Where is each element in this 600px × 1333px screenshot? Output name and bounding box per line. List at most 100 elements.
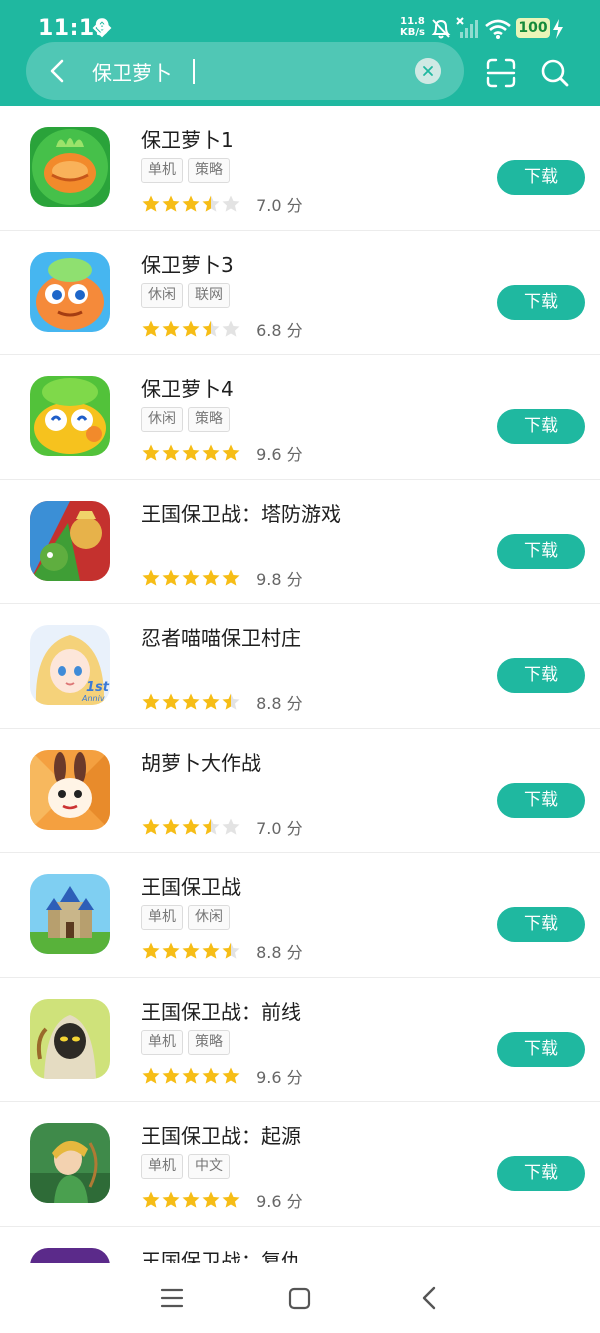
carrot-smile-icon[interactable] [30, 376, 110, 456]
download-button[interactable]: 下载 [497, 160, 585, 195]
tag-label: 策略 [188, 1029, 230, 1055]
home-icon[interactable] [288, 1287, 311, 1310]
rating-score: 8.8 分 [256, 943, 303, 962]
status-bar: 11:19 11.8 KB/s 100 [0, 0, 600, 44]
app-name[interactable]: 王国保卫战：塔防游戏 [141, 498, 341, 527]
app-name[interactable]: 王国保卫战：前线 [141, 996, 301, 1025]
app-name[interactable]: 保卫萝卜1 [141, 124, 234, 153]
app-rating: 7.0 分 [141, 192, 303, 215]
menu-icon[interactable] [160, 1287, 184, 1309]
star-icon [142, 195, 160, 212]
star-icon [202, 569, 220, 586]
star-icon [182, 569, 200, 586]
star-icon [162, 444, 180, 461]
list-item[interactable]: 王国保卫战 单机 休闲 8.8 分 下载 [0, 853, 600, 978]
app-name[interactable]: 王国保卫战：复仇 [141, 1245, 301, 1264]
rating-stars [142, 195, 240, 212]
list-item[interactable]: 胡萝卜大作战 7.0 分 下载 [0, 729, 600, 853]
rating-stars [142, 320, 240, 337]
signal-icon [456, 17, 478, 38]
mute-bell-icon [431, 19, 451, 39]
app-name[interactable]: 王国保卫战 [141, 871, 241, 900]
tag-label: 休闲 [141, 282, 183, 308]
download-button[interactable]: 下载 [497, 1156, 585, 1191]
star-icon [222, 195, 240, 212]
app-name[interactable]: 忍者喵喵保卫村庄 [141, 622, 301, 651]
app-name[interactable]: 王国保卫战：起源 [141, 1120, 301, 1149]
app-rating: 6.8 分 [141, 317, 303, 340]
app-name[interactable]: 保卫萝卜4 [141, 373, 234, 402]
castle-icon[interactable] [30, 874, 110, 954]
kingdom-rush-td-icon[interactable] [30, 500, 110, 581]
star-icon [222, 1191, 240, 1208]
clear-search-icon[interactable] [415, 58, 441, 84]
app-rating: 8.8 分 [141, 939, 303, 962]
rating-stars [142, 444, 240, 461]
star-icon [202, 320, 220, 337]
carrot-hero-icon[interactable] [30, 127, 110, 207]
back-arrow-icon[interactable] [44, 57, 72, 85]
rating-score: 9.6 分 [256, 445, 303, 464]
elf-archer-icon[interactable] [30, 1123, 110, 1203]
list-item[interactable]: 1st Anniv. 忍者喵喵保卫村庄 8.8 分 下载 [0, 604, 600, 729]
list-item[interactable]: 王国保卫战：塔防游戏 9.8 分 下载 [0, 480, 600, 604]
star-icon [222, 569, 240, 586]
app-rating: 7.0 分 [141, 815, 303, 838]
download-button[interactable]: 下载 [497, 1031, 585, 1067]
download-button[interactable]: 下载 [497, 782, 585, 818]
star-icon [162, 195, 180, 212]
list-item[interactable]: 保卫萝卜4 休闲 策略 9.6 分 下载 [0, 355, 600, 480]
star-icon [222, 320, 240, 337]
list-item[interactable]: 保卫萝卜3 休闲 联网 6.8 分 下载 [0, 231, 600, 355]
app-tags: 单机 休闲 [141, 905, 235, 931]
download-button[interactable]: 下载 [497, 907, 585, 942]
star-icon [202, 942, 220, 959]
list-item[interactable]: 保卫萝卜1 单机 策略 7.0 分 下载 [0, 106, 600, 231]
app-header: 11:19 11.8 KB/s 100 保卫萝卜 [0, 0, 600, 106]
app-name[interactable]: 胡萝卜大作战 [141, 747, 261, 776]
tag-label: 单机 [141, 1029, 183, 1055]
carrot-monster-icon[interactable] [30, 251, 110, 332]
list-item[interactable]: 王国保卫战：起源 单机 中文 9.6 分 下载 [0, 1102, 600, 1227]
download-button[interactable]: 下载 [497, 284, 585, 320]
rating-score: 9.6 分 [256, 1067, 303, 1087]
star-icon [202, 693, 220, 710]
rating-score: 9.8 分 [256, 569, 303, 589]
star-icon [182, 195, 200, 212]
star-icon [142, 1191, 160, 1208]
rating-score: 9.6 分 [256, 1192, 303, 1211]
rating-score: 7.0 分 [256, 196, 303, 215]
star-icon [142, 693, 160, 710]
star-icon [202, 1067, 220, 1084]
vengeance-icon[interactable] [30, 1247, 110, 1263]
search-box [26, 42, 464, 100]
search-icon[interactable] [540, 58, 570, 88]
search-input[interactable] [92, 54, 402, 88]
svg-text:Anniv.: Anniv. [81, 694, 106, 703]
star-icon [182, 818, 200, 835]
star-icon [182, 942, 200, 959]
download-button[interactable]: 下载 [497, 658, 585, 693]
star-icon [142, 444, 160, 461]
list-item[interactable]: 王国保卫战：前线 单机 策略 9.6 分 下载 [0, 978, 600, 1102]
anime-girl-icon[interactable]: 1st Anniv. [30, 625, 110, 705]
tag-label: 休闲 [141, 407, 183, 432]
download-button[interactable]: 下载 [497, 533, 585, 569]
app-tags: 休闲 策略 [141, 407, 235, 433]
nav-back-icon[interactable] [418, 1285, 440, 1311]
app-tags: 单机 策略 [141, 1029, 235, 1056]
wifi-icon [485, 19, 511, 39]
bunny-warrior-icon[interactable] [30, 749, 110, 830]
hooded-warrior-icon[interactable] [30, 998, 110, 1079]
star-icon [162, 818, 180, 835]
scan-icon[interactable] [486, 58, 516, 88]
rating-score: 7.0 分 [256, 818, 303, 838]
download-button[interactable]: 下载 [497, 409, 585, 444]
network-speed-value: 11.8 [400, 16, 425, 27]
star-icon [182, 444, 200, 461]
tag-label: 联网 [188, 282, 230, 308]
list-item[interactable]: 王国保卫战：复仇 下载 [0, 1227, 600, 1264]
tag-label: 策略 [188, 158, 230, 183]
app-tags: 休闲 联网 [141, 282, 235, 309]
app-name[interactable]: 保卫萝卜3 [141, 249, 234, 278]
